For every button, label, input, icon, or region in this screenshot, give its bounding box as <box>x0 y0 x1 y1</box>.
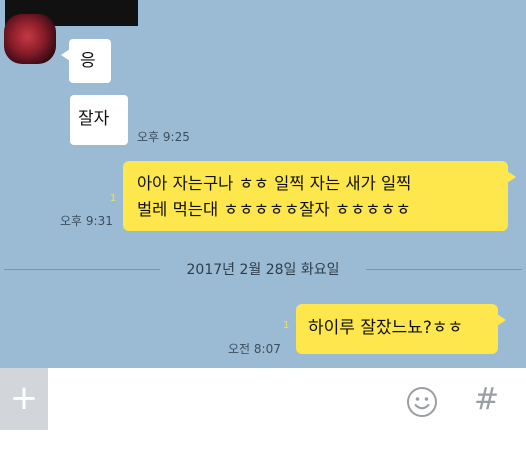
unread-count: 1 <box>110 193 117 204</box>
bottom-margin <box>0 430 526 449</box>
hashtag-search-button[interactable]: # <box>474 382 499 418</box>
unread-count: 1 <box>283 320 290 331</box>
message-text-line: 벌레 먹는대 ㅎㅎㅎㅎㅎ잘자 ㅎㅎㅎㅎㅎ <box>137 200 411 219</box>
message-text: 하이루 잘잤느뇨?ㅎㅎ <box>308 318 464 338</box>
emoticon-button[interactable] <box>405 385 439 419</box>
message-input[interactable] <box>56 378 390 422</box>
sender-avatar[interactable] <box>4 14 56 64</box>
message-text: 잘자 <box>78 109 110 129</box>
attach-button[interactable]: + <box>0 368 48 430</box>
message-bubble-received[interactable]: 응 <box>61 39 111 83</box>
hash-icon: # <box>474 382 500 417</box>
message-bubble-sent[interactable]: 아아 자는구나 ㅎㅎ 일찍 자는 새가 일찍 벌레 먹는대 ㅎㅎㅎㅎㅎ잘자 ㅎㅎ… <box>123 161 516 231</box>
message-text: 응 <box>80 51 96 71</box>
message-time: 오후 9:31 <box>60 214 113 228</box>
date-divider: 2017년 2월 28일 화요일 <box>160 259 366 279</box>
message-time: 오전 8:07 <box>228 342 281 356</box>
message-text-line: 아아 자는구나 ㅎㅎ 일찍 자는 새가 일찍 <box>137 174 412 193</box>
message-bubble-sent[interactable]: 하이루 잘잤느뇨?ㅎㅎ <box>296 304 506 354</box>
message-time: 오후 9:25 <box>137 130 190 144</box>
plus-icon: + <box>9 378 39 418</box>
message-bubble-received[interactable]: 잘자 <box>70 95 128 145</box>
smiley-icon <box>407 387 437 417</box>
chat-area[interactable]: 응 잘자 오후 9:25 아아 자는구나 ㅎㅎ 일찍 자는 새가 일찍 벌레 먹… <box>0 0 526 368</box>
